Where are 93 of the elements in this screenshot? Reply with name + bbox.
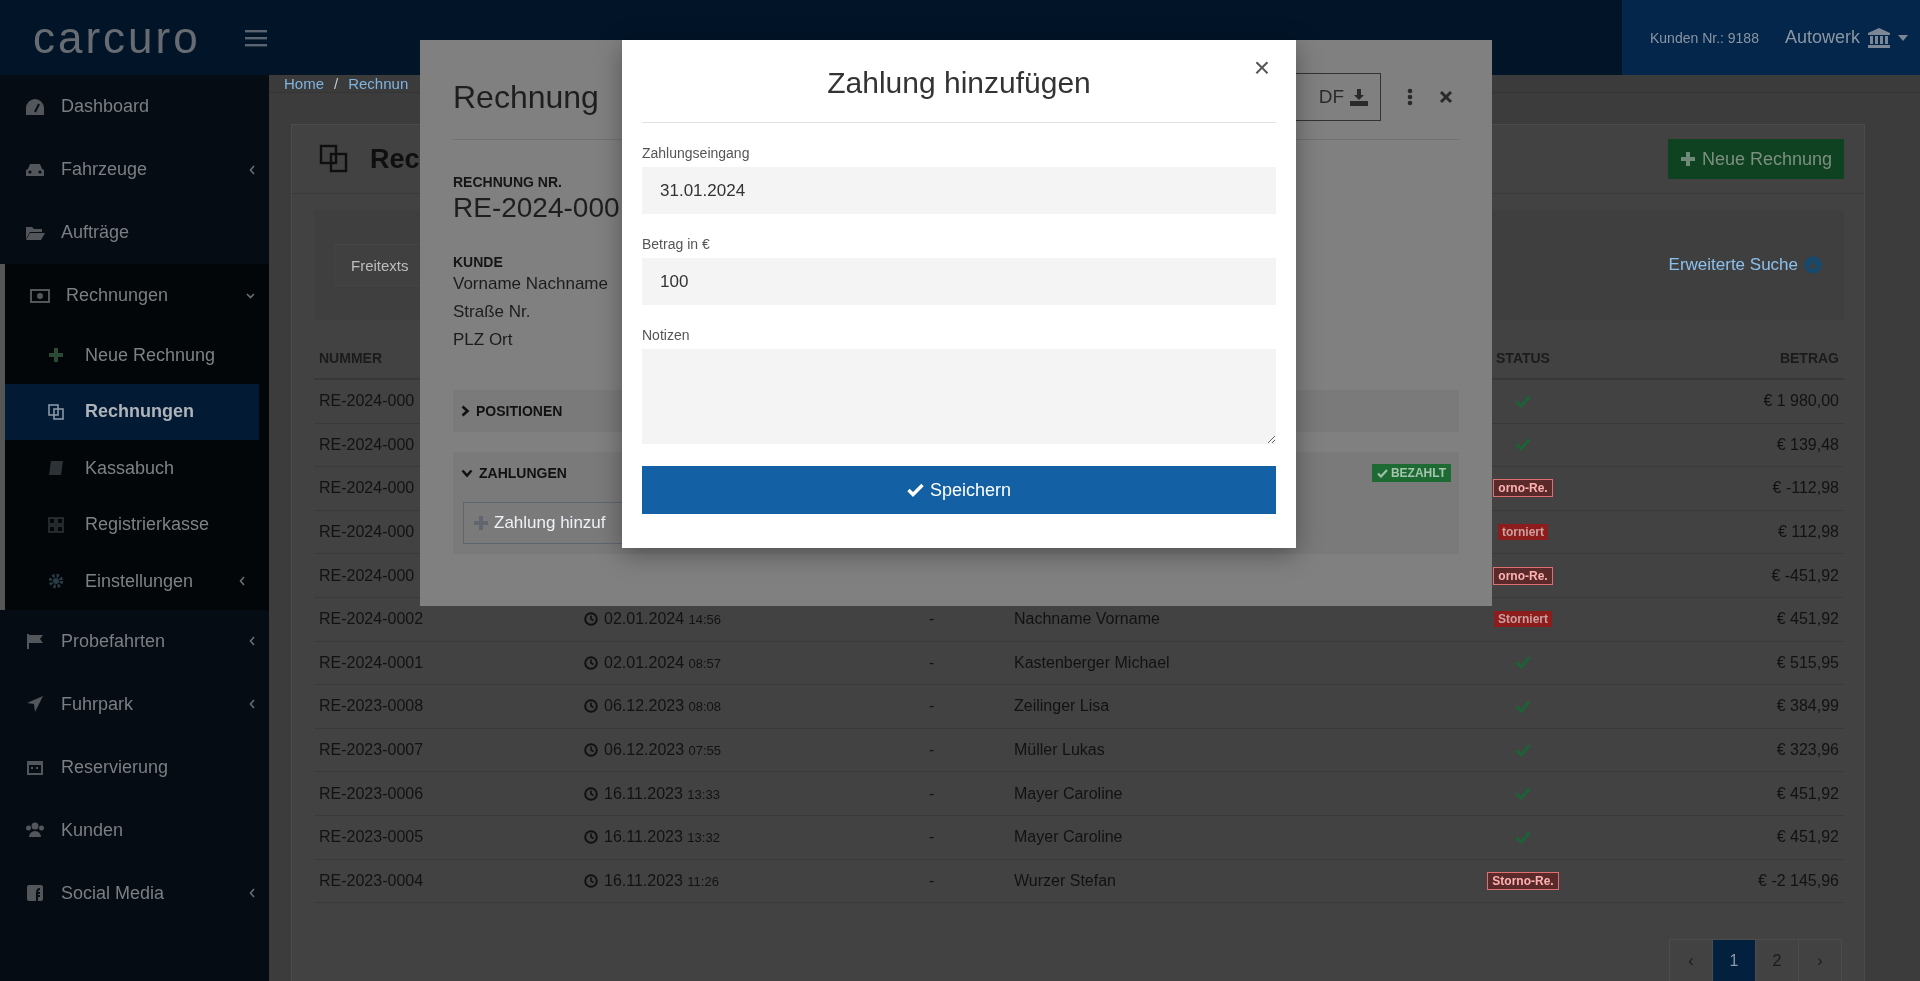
table-cell: - — [929, 610, 935, 628]
clock-icon — [584, 786, 598, 801]
flag-icon — [25, 632, 45, 650]
status-badge: orno-Re. — [1493, 479, 1553, 498]
chevron-right-icon — [461, 405, 470, 417]
kebab-menu-icon[interactable] — [1407, 88, 1413, 106]
gear-icon — [47, 572, 65, 591]
sidebar-subitem[interactable]: Registrierkasse — [5, 496, 259, 553]
close-icon[interactable] — [1439, 90, 1453, 104]
address-line: Vorname Nachname — [453, 273, 608, 295]
clock-icon — [584, 830, 598, 845]
clock-icon — [584, 699, 598, 714]
sidebar-item[interactable]: Fuhrpark — [0, 672, 269, 736]
section-toggle[interactable]: ZAHLUNGEN — [461, 465, 567, 481]
caret-icon[interactable] — [1898, 34, 1908, 41]
copy-icon — [318, 143, 350, 175]
navigation-arrow-icon — [25, 695, 45, 713]
calendar-icon — [25, 758, 45, 776]
clock-icon — [584, 612, 598, 627]
table-cell: - — [929, 871, 935, 889]
chevron-left-icon — [249, 164, 255, 175]
breadcrumb-separator: / — [334, 75, 339, 92]
close-button[interactable]: × — [1247, 52, 1276, 84]
sidebar-item[interactable]: Social Media — [0, 861, 269, 925]
advanced-search-link[interactable]: Erweiterte Suche — [1668, 255, 1822, 275]
status-badge: orno-Re. — [1493, 566, 1553, 585]
sidebar-item[interactable]: Reservierung — [0, 735, 269, 799]
sidebar-item[interactable]: Rechnungen — [5, 264, 269, 327]
menu-icon[interactable] — [244, 28, 267, 47]
clock-icon — [584, 655, 598, 670]
breadcrumb-link[interactable]: Home — [284, 75, 324, 92]
check-icon — [906, 483, 924, 497]
plus-icon — [47, 346, 65, 365]
save-button[interactable]: Speichern — [642, 466, 1276, 514]
download-icon — [1350, 88, 1368, 106]
address-line: PLZ Ort — [453, 329, 513, 351]
chevron-left-icon — [249, 888, 255, 898]
breadcrumb-link[interactable]: Rechnun — [348, 75, 409, 92]
sidebar-subitem[interactable]: Kassabuch — [5, 440, 259, 497]
table-cell: - — [929, 828, 935, 846]
sidebar-item[interactable]: Probefahrten — [0, 609, 269, 673]
sidebar-subitem[interactable]: Einstellungen — [5, 553, 259, 610]
new-invoice-button[interactable]: Neue Rechnung — [1667, 139, 1844, 179]
grid-icon — [47, 515, 65, 534]
sidebar-item[interactable]: Fahrzeuge — [0, 138, 269, 201]
sidebar-item[interactable]: Aufträge — [0, 201, 269, 264]
input-field[interactable]: 31.01.2024 — [642, 167, 1276, 214]
input-field[interactable]: 100 — [642, 258, 1276, 305]
circle-arrow-down-icon — [1804, 256, 1822, 274]
book-icon — [47, 459, 65, 478]
address-line: Straße Nr. — [453, 301, 531, 323]
chevron-left-icon — [249, 699, 255, 709]
field-label: KUNDE — [453, 254, 503, 270]
sidebar-item[interactable]: Kunden — [0, 798, 269, 862]
table-cell: - — [929, 697, 935, 715]
table-cell: - — [929, 784, 935, 802]
status-badge: Storno-Re. — [1487, 871, 1559, 890]
chevron-left-icon — [239, 576, 245, 587]
logo-text[interactable]: carcuro — [33, 12, 201, 63]
page-button[interactable]: 1 — [1712, 939, 1756, 981]
field-label: Zahlungseingang — [642, 145, 751, 161]
notes-field[interactable] — [642, 349, 1276, 444]
clock-icon — [584, 873, 598, 888]
plus-icon — [474, 516, 488, 530]
field-label: RECHNUNG NR. — [453, 174, 562, 190]
chevron-down-icon — [246, 292, 255, 299]
status-badge: BEZAHLT — [1371, 464, 1451, 482]
status-badge: torniert — [1498, 524, 1548, 541]
sidebar-subitem[interactable]: Rechnungen — [5, 383, 259, 440]
sidebar-subitem[interactable]: Neue Rechnung — [5, 327, 259, 384]
check-icon — [1376, 468, 1388, 478]
panel-title: Rechnung — [453, 78, 599, 116]
invoice-number: RE-2024-000 — [453, 192, 620, 224]
table-cell: - — [929, 741, 935, 759]
sidebar-item[interactable]: Dashboard — [0, 75, 269, 138]
users-icon — [25, 821, 45, 839]
square-letter-icon — [25, 884, 45, 902]
banknote-icon — [30, 286, 50, 305]
plus-icon — [1679, 151, 1696, 167]
status-badge: Storniert — [1494, 611, 1552, 628]
company-menu[interactable]: Autowerk — [1784, 27, 1860, 48]
field-label: Betrag in € — [642, 236, 711, 252]
customer-number: Kunden Nr.: 9188 — [1649, 29, 1759, 46]
gauge-icon — [25, 97, 45, 116]
section-toggle[interactable]: POSITIONEN — [461, 403, 563, 419]
bank-icon — [1868, 27, 1890, 48]
field-label: Notizen — [642, 327, 691, 343]
chevron-down-icon — [461, 468, 473, 478]
clock-icon — [584, 743, 598, 758]
table-cell: - — [929, 653, 935, 671]
chevron-left-icon — [249, 636, 255, 646]
dialog-title: Zahlung hinzufügen — [827, 66, 1091, 100]
copy-icon — [47, 402, 65, 421]
